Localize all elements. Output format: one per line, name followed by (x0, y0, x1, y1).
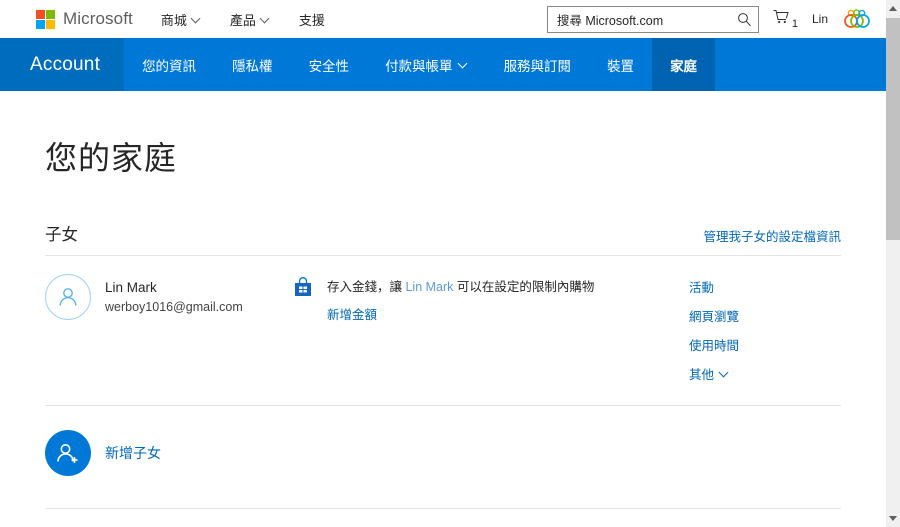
tab-devices[interactable]: 裝置 (589, 38, 652, 91)
child-email: werboy1016@gmail.com (105, 299, 243, 314)
user-rings-avatar[interactable] (842, 8, 872, 30)
account-nav-bar: Account 您的資訊 隱私權 安全性 付款與帳單 服務與訂閱 裝置 家庭 (0, 38, 886, 91)
action-label: 使用時間 (689, 339, 740, 353)
microsoft-store-icon (293, 277, 315, 324)
logo-square-blue (36, 19, 45, 29)
tab-privacy[interactable]: 隱私權 (214, 38, 291, 91)
action-link-web-browsing[interactable]: 網頁瀏覽 (689, 306, 841, 325)
global-nav-label: 產品 (229, 12, 256, 28)
tab-services-subscriptions[interactable]: 服務與訂閱 (486, 38, 590, 91)
child-name: Lin Mark (105, 280, 157, 296)
global-nav-label: 商城 (160, 12, 187, 28)
tab-label: 裝置 (607, 58, 635, 74)
global-header: Microsoft 商城 產品 支援 搜尋 Microsoft.com 1 Li… (0, 0, 886, 38)
tab-payment-billing[interactable]: 付款與帳單 (367, 38, 486, 91)
desc-part-after: 可以在設定的限制內購物 (453, 280, 595, 294)
add-child-row[interactable]: 新增子女 (45, 406, 841, 498)
children-section-title: 子女 (45, 226, 78, 244)
page-title: 您的家庭 (45, 140, 178, 176)
child-store-description: 存入金錢，讓 Lin Mark 可以在設定的限制內購物 (327, 277, 594, 297)
scroll-up-button[interactable] (886, 0, 900, 17)
action-link-more[interactable]: 其他 (689, 364, 841, 383)
child-store-block: 存入金錢，讓 Lin Mark 可以在設定的限制內購物 新增金額 (293, 274, 689, 324)
chevron-down-icon (720, 369, 729, 378)
desc-part-before: 存入金錢，讓 (327, 280, 406, 294)
children-section-header: 子女 管理我子女的設定檔資訊 (45, 221, 841, 245)
chevron-down-icon (192, 15, 200, 23)
chevron-down-icon (459, 60, 468, 69)
manage-child-profile-link[interactable]: 管理我子女的設定檔資訊 (703, 226, 841, 245)
add-child-label[interactable]: 新增子女 (105, 443, 161, 463)
account-nav-items: 您的資訊 隱私權 安全性 付款與帳單 服務與訂閱 裝置 家庭 (124, 38, 716, 91)
logo-square-yellow (46, 19, 55, 29)
child-name-block: Lin Mark werboy1016@gmail.com (105, 278, 243, 316)
add-child-divider (45, 508, 841, 509)
global-nav-item-store[interactable]: 商城 (161, 10, 200, 29)
child-action-links: 活動 網頁瀏覽 使用時間 其他 (689, 274, 841, 383)
desc-part-name: Lin Mark (405, 280, 454, 294)
child-identity: Lin Mark werboy1016@gmail.com (45, 274, 293, 320)
action-label: 網頁瀏覽 (689, 310, 740, 324)
tab-label: 安全性 (308, 58, 350, 74)
microsoft-wordmark: Microsoft (63, 9, 133, 28)
tab-label: 服務與訂閱 (503, 58, 572, 74)
add-funds-link[interactable]: 新增金額 (327, 304, 377, 323)
scroll-thumb[interactable] (886, 18, 900, 240)
search-input[interactable] (556, 12, 737, 26)
global-nav-item-support[interactable]: 支援 (299, 10, 325, 29)
scroll-up-arrow-icon (889, 6, 897, 11)
account-brand-tab[interactable]: Account (0, 38, 125, 91)
tab-label: 隱私權 (232, 58, 273, 74)
add-person-icon (45, 430, 91, 476)
tab-label: 家庭 (670, 58, 698, 74)
cart-count: 1 (791, 17, 798, 30)
header-right-cluster: 1 Lin (546, 0, 872, 38)
child-store-text-block: 存入金錢，讓 Lin Mark 可以在設定的限制內購物 新增金額 (327, 277, 594, 324)
search-icon[interactable] (737, 12, 752, 27)
action-link-screen-time[interactable]: 使用時間 (689, 335, 841, 354)
child-member-row: Lin Mark werboy1016@gmail.com 存入金錢，讓 Lin… (45, 256, 841, 395)
microsoft-logo-link[interactable]: Microsoft (36, 9, 133, 29)
tab-your-info[interactable]: 您的資訊 (124, 38, 214, 91)
page-root: Microsoft 商城 產品 支援 搜尋 Microsoft.com 1 Li… (0, 0, 900, 527)
chevron-down-icon (261, 15, 269, 23)
tab-label: 付款與帳單 (385, 58, 453, 74)
global-nav: 商城 產品 支援 (161, 10, 355, 29)
logo-square-red (36, 9, 45, 19)
microsoft-logo-icon (36, 9, 55, 29)
search-box[interactable] (546, 5, 759, 33)
page-scrollbar[interactable] (886, 0, 900, 527)
cart-button[interactable]: 1 (773, 9, 798, 30)
logo-square-green (46, 9, 55, 19)
global-nav-item-products[interactable]: 產品 (230, 10, 269, 29)
tab-security[interactable]: 安全性 (291, 38, 368, 91)
global-nav-label: 支援 (298, 12, 325, 28)
scroll-down-arrow-icon (889, 516, 897, 521)
action-link-activity[interactable]: 活動 (689, 277, 841, 296)
header-user-name[interactable]: Lin (812, 12, 828, 26)
main-content: 您的家庭 子女 管理我子女的設定檔資訊 Lin Mark werboy1016@… (0, 91, 886, 527)
tab-family[interactable]: 家庭 (652, 38, 716, 91)
tab-label: 您的資訊 (142, 58, 197, 74)
scroll-down-button[interactable] (886, 510, 900, 527)
person-icon (45, 274, 91, 320)
action-label: 活動 (689, 281, 715, 295)
action-label: 其他 (689, 368, 715, 382)
cart-icon (773, 9, 790, 30)
